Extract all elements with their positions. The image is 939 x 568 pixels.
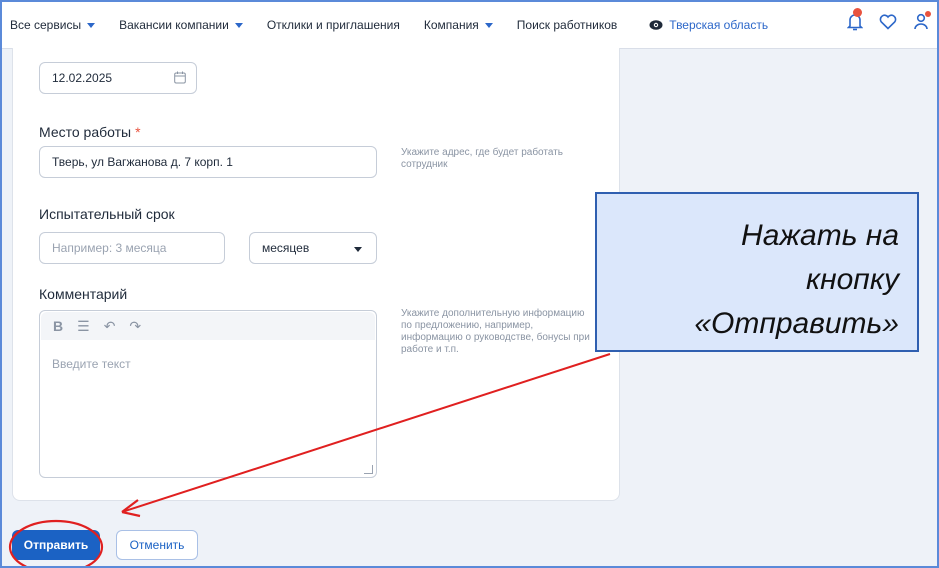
callout-line-2: кнопку [805,263,899,296]
required-mark: * [135,124,141,140]
nav-search-workers-label: Поиск работников [516,18,618,32]
chevron-down-icon [354,247,362,252]
comment-placeholder: Введите текст [52,357,131,371]
nav-responses-invitations[interactable]: Отклики и приглашения [267,18,400,32]
caret-down-icon [234,23,243,28]
caret-down-icon [87,23,96,28]
nav-company-vacancies[interactable]: Вакансии компании [119,18,243,32]
nav-responses-label: Отклики и приглашения [266,18,400,32]
cancel-button[interactable]: Отменить [116,530,198,560]
callout-line-1: Нажать на [741,219,899,252]
nav-all-services-label: Все сервисы [10,18,82,32]
redo-icon[interactable]: ↷ [129,318,141,335]
probation-unit-value: месяцев [262,241,310,255]
submit-button[interactable]: Отправить [12,530,100,560]
comment-hint: Укажите дополнительную информацию по пре… [401,308,590,355]
profile-badge [925,11,931,17]
probation-label: Испытательный срок [39,206,175,222]
date-field[interactable]: 12.02.2025 [39,62,197,94]
heart-icon[interactable] [879,14,897,33]
calendar-icon[interactable] [174,71,186,87]
workplace-input[interactable]: Тверь, ул Вагжанова д. 7 корп. 1 [39,146,377,178]
nav-company-label: Компания [423,18,479,32]
nav-company[interactable]: Компания [424,18,493,32]
top-navigation: Все сервисы Вакансии компании Отклики и … [2,2,937,49]
region-selector[interactable]: Тверская область [669,18,768,32]
nav-icon-group [846,8,931,35]
resize-handle[interactable] [364,465,373,474]
comment-editor[interactable]: B ☰ ↶ ↷ Введите текст [39,310,377,478]
date-value: 12.02.2025 [52,71,113,85]
arrowhead-icon [121,499,141,518]
bold-icon[interactable]: B [53,318,63,334]
list-icon[interactable]: ☰ [77,318,90,335]
user-icon[interactable] [913,11,931,34]
workplace-label: Место работы * [39,124,141,140]
nav-all-services[interactable]: Все сервисы [10,18,96,32]
probation-input[interactable]: Например: 3 месяца [39,232,225,264]
nav-search-workers[interactable]: Поиск работников [517,18,617,32]
workplace-label-text: Место работы [39,124,132,140]
app-window: Все сервисы Вакансии компании Отклики и … [0,0,939,568]
callout-line-3: «Отправить» [694,307,899,340]
probation-unit-select[interactable]: месяцев [249,232,377,264]
workplace-value: Тверь, ул Вагжанова д. 7 корп. 1 [52,155,233,169]
eye-icon[interactable] [649,18,663,32]
caret-down-icon [484,23,493,28]
probation-placeholder: Например: 3 месяца [52,241,167,255]
bell-icon[interactable] [846,8,864,35]
instruction-callout: Нажать на кнопку «Отправить» [595,192,919,352]
undo-icon[interactable]: ↶ [104,318,116,335]
comment-label: Комментарий [39,286,128,302]
workplace-hint: Укажите адрес, где будет работать сотруд… [401,147,563,170]
notification-badge [853,8,862,17]
nav-company-vacancies-label: Вакансии компании [119,18,229,32]
offer-form-card: 12.02.2025 Место работы * Тверь, ул Вагжа… [12,48,620,501]
editor-toolbar: B ☰ ↶ ↷ [41,312,375,340]
